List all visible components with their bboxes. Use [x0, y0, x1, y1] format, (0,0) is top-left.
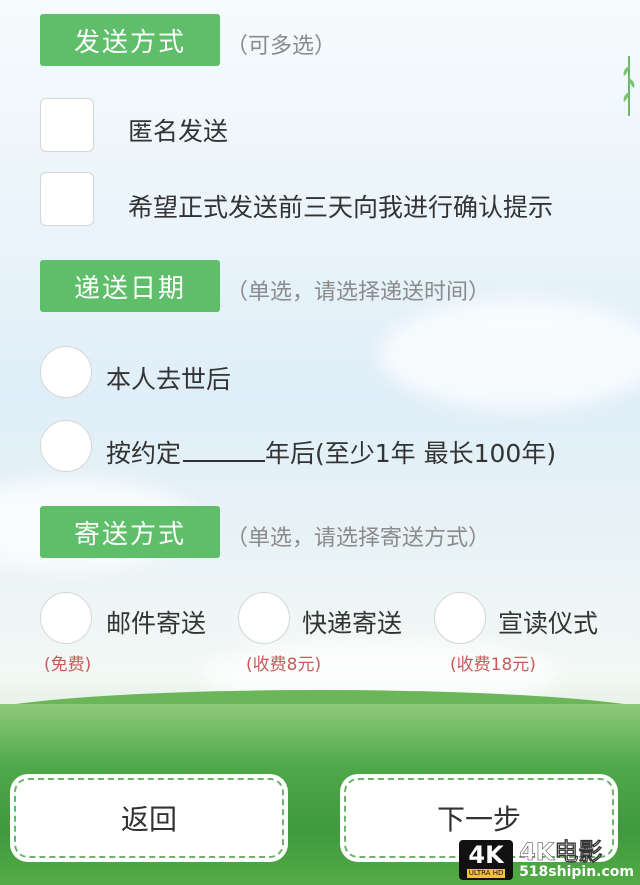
mail-method-hint: （单选，请选择寄送方式） — [226, 526, 491, 551]
watermark-text: 4K电影 518shipin.com — [519, 838, 634, 881]
after-years-row: 按约定 年后(至少1年 最长100年) — [106, 434, 556, 470]
reading-ceremony-fee: (收费18元) — [450, 655, 536, 675]
watermark-site: 518shipin.com — [519, 864, 634, 881]
watermark-badge-text: 4K — [468, 840, 504, 869]
send-method-hint: （可多选） — [226, 34, 337, 59]
reading-ceremony-radio[interactable] — [434, 592, 486, 644]
after-death-radio[interactable] — [40, 346, 92, 398]
page: 发送方式 （可多选） 匿名发送 希望正式发送前三天向我进行确认提示 递送日期 （… — [0, 0, 640, 885]
years-input[interactable] — [183, 438, 266, 462]
after-years-suffix: 年后(至少1年 最长100年) — [265, 439, 557, 468]
back-button[interactable]: 返回 — [14, 778, 284, 858]
anonymous-label: 匿名发送 — [128, 117, 229, 146]
delivery-date-tag: 递送日期 — [40, 260, 220, 312]
cloud-decoration — [380, 300, 640, 410]
reading-ceremony-label: 宣读仪式 — [498, 609, 599, 638]
watermark-badge-sub: ULTRA HD — [466, 868, 506, 878]
confirm-reminder-label: 希望正式发送前三天向我进行确认提示 — [128, 193, 554, 222]
confirm-reminder-checkbox[interactable] — [40, 172, 94, 226]
express-delivery-label: 快递寄送 — [302, 609, 403, 638]
send-method-tag: 发送方式 — [40, 14, 220, 66]
leaf-decoration — [623, 56, 635, 116]
express-delivery-radio[interactable] — [238, 592, 290, 644]
delivery-date-hint: （单选，请选择递送时间） — [226, 280, 491, 305]
watermark: 4K ULTRA HD 4K电影 518shipin.com — [459, 838, 634, 882]
mail-method-tag: 寄送方式 — [40, 506, 220, 558]
watermark-title: 4K电影 — [519, 838, 603, 867]
after-death-label: 本人去世后 — [106, 365, 232, 394]
email-delivery-fee: (免费) — [44, 655, 92, 675]
email-delivery-radio[interactable] — [40, 592, 92, 644]
after-years-radio[interactable] — [40, 420, 92, 472]
email-delivery-label: 邮件寄送 — [106, 609, 207, 638]
anonymous-checkbox[interactable] — [40, 98, 94, 152]
express-delivery-fee: (收费8元) — [246, 655, 322, 675]
watermark-badge: 4K ULTRA HD — [459, 840, 514, 880]
after-years-prefix: 按约定 — [106, 439, 182, 468]
